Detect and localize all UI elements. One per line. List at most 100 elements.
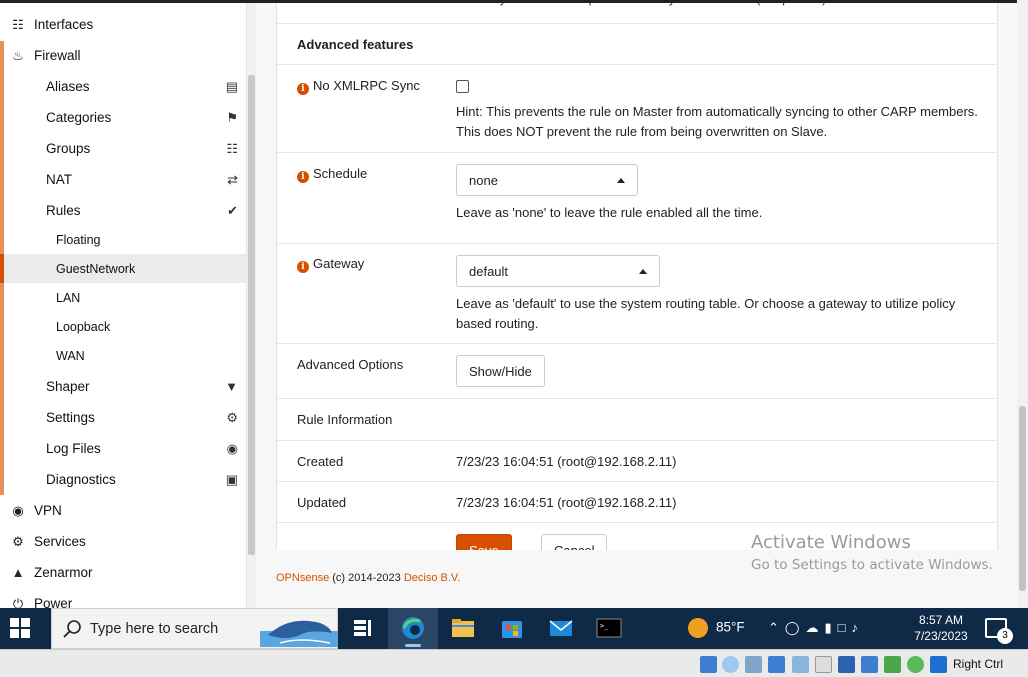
taskbar-search-box[interactable]: Type here to search xyxy=(51,608,338,649)
caret-up-icon xyxy=(617,178,625,183)
sidebar-item-settings[interactable]: Settings ⚙ xyxy=(0,402,246,433)
no-xmlrpc-hint-2: This does NOT prevent the rule from bein… xyxy=(456,124,828,139)
notifications-icon[interactable]: 3 xyxy=(985,618,1013,644)
search-placeholder: Type here to search xyxy=(90,621,219,637)
sidebar-item-wan[interactable]: WAN xyxy=(0,341,246,370)
sitemap-icon: ☷ xyxy=(12,16,24,32)
sidebar-item-power[interactable]: ⏻ Power xyxy=(0,588,246,609)
mouse-integration-icon[interactable] xyxy=(907,656,924,673)
shared-folders-icon[interactable] xyxy=(815,656,832,673)
no-xmlrpc-row: i No XMLRPC Sync Hint: This prevents the … xyxy=(277,65,997,153)
sidebar-scrollbar-thumb[interactable] xyxy=(248,75,255,555)
taskbar-clock[interactable]: 8:57 AM 7/23/2023 xyxy=(905,612,977,644)
sidebar-item-diagnostics[interactable]: Diagnostics ▣ xyxy=(0,464,246,495)
notification-count-badge: 3 xyxy=(997,628,1013,644)
screen: ☷ Interfaces ♨ Firewall Aliases ▤ Catego… xyxy=(0,0,1028,677)
filter-icon: ▼ xyxy=(225,379,238,394)
sidebar-item-lan[interactable]: LAN xyxy=(0,283,246,312)
sidebar-item-nat[interactable]: NAT ⇄ xyxy=(0,164,246,195)
file-explorer-icon[interactable] xyxy=(450,616,476,640)
svg-text:>_: >_ xyxy=(600,622,609,630)
virtualbox-status-bar: Right Ctrl xyxy=(0,649,1028,677)
sidebar-item-rules[interactable]: Rules ✔ xyxy=(0,195,246,226)
power-icon: ⏻ xyxy=(12,595,24,609)
gateway-select[interactable]: default xyxy=(456,255,660,287)
meet-now-icon[interactable]: ◯ xyxy=(785,620,806,635)
footer-copyright: (c) 2014-2023 xyxy=(329,572,404,584)
watermark-subtitle: Go to Settings to activate Windows. xyxy=(751,557,993,573)
sun-weather-icon xyxy=(688,618,708,638)
weather-widget[interactable]: 85°F xyxy=(688,618,745,638)
info-icon[interactable]: i xyxy=(297,83,309,95)
gateway-label[interactable]: i Gateway xyxy=(297,256,364,273)
sidebar-item-firewall[interactable]: ♨ Firewall xyxy=(0,40,246,71)
created-row: Created 7/23/23 16:04:51 (root@192.168.2… xyxy=(277,441,997,482)
onedrive-cloud-icon[interactable]: ☁ xyxy=(805,620,824,635)
created-label: Created xyxy=(297,454,344,469)
show-hide-button[interactable]: Show/Hide xyxy=(456,355,545,387)
sidebar-item-aliases[interactable]: Aliases ▤ xyxy=(0,71,246,102)
sidebar-item-groups[interactable]: Groups ☷ xyxy=(0,133,246,164)
network-adapter-icon[interactable] xyxy=(768,656,785,673)
vt-x-icon[interactable] xyxy=(884,656,901,673)
sidebar-item-floating[interactable]: Floating xyxy=(0,225,246,254)
dolphin-search-highlight-icon xyxy=(260,620,338,647)
cog-icon: ⚙ xyxy=(12,533,24,549)
eye-icon: ◉ xyxy=(226,440,238,456)
sidebar-item-loopback[interactable]: Loopback xyxy=(0,312,246,341)
tags-icon: ⚑ xyxy=(226,109,238,125)
cancel-button[interactable]: Cancel xyxy=(541,534,608,550)
usb-icon[interactable] xyxy=(792,656,809,673)
video-capture-icon[interactable] xyxy=(861,656,878,673)
mail-icon[interactable] xyxy=(548,616,574,640)
sidebar-item-vpn[interactable]: ◉ VPN xyxy=(0,495,246,526)
info-icon[interactable]: i xyxy=(297,261,309,273)
edge-browser-icon[interactable] xyxy=(400,616,426,640)
footer: OPNsense (c) 2014-2023 Deciso B.V. xyxy=(276,572,460,584)
audio-icon[interactable] xyxy=(745,656,762,673)
main-scrollbar-thumb[interactable] xyxy=(1019,406,1026,591)
sidebar-item-services[interactable]: ⚙ Services xyxy=(0,526,246,557)
exchange-icon: ⇄ xyxy=(227,171,238,187)
gateway-row: i Gateway default Leave as 'default' to u… xyxy=(277,244,997,344)
footer-company-link[interactable]: Deciso B.V. xyxy=(404,572,460,584)
volume-icon[interactable]: ♪ xyxy=(851,620,864,635)
schedule-select[interactable]: none xyxy=(456,164,638,196)
task-view-icon[interactable] xyxy=(350,616,376,640)
gateway-hint: Leave as 'default' to use the system rou… xyxy=(456,296,956,311)
sidebar-item-zenarmor[interactable]: ▲ Zenarmor xyxy=(0,557,246,588)
windows-start-icon[interactable] xyxy=(8,616,32,640)
battery-icon[interactable]: ▮ xyxy=(824,620,837,635)
sidebar-item-shaper[interactable]: Shaper ▼ xyxy=(0,371,246,402)
host-key-label: Right Ctrl xyxy=(953,657,1004,671)
microsoft-store-icon[interactable] xyxy=(499,616,525,640)
main-content: You may enter a description here for you… xyxy=(256,0,1028,608)
show-hidden-icons-icon[interactable]: ⌃ xyxy=(768,620,785,635)
sidebar-item-log-files[interactable]: Log Files ◉ xyxy=(0,433,246,464)
info-icon[interactable]: i xyxy=(297,171,309,183)
advanced-features-row: Advanced features xyxy=(277,24,997,65)
system-tray-icons[interactable]: ⌃◯☁▮□♪ xyxy=(768,620,864,636)
hard-disk-icon[interactable] xyxy=(700,656,717,673)
network-icon[interactable]: □ xyxy=(838,620,852,635)
schedule-hint: Leave as 'none' to leave the rule enable… xyxy=(456,205,763,220)
terminal-icon[interactable]: >_ xyxy=(596,616,622,640)
advanced-features-heading: Advanced features xyxy=(297,37,414,52)
footer-brand-link[interactable]: OPNsense xyxy=(276,572,329,584)
sidebar-scrollbar[interactable] xyxy=(247,0,256,608)
sidebar-item-guestnetwork[interactable]: GuestNetwork xyxy=(0,254,246,283)
updated-label: Updated xyxy=(297,495,347,510)
no-xmlrpc-checkbox[interactable] xyxy=(456,80,469,93)
main-scrollbar[interactable] xyxy=(1017,0,1028,608)
save-button[interactable]: Save xyxy=(456,534,512,550)
globe-icon: ◉ xyxy=(12,502,24,518)
display-icon[interactable] xyxy=(838,656,855,673)
sidebar-item-interfaces[interactable]: ☷ Interfaces xyxy=(0,9,246,40)
schedule-label[interactable]: i Schedule xyxy=(297,166,367,183)
sidebar-item-categories[interactable]: Categories ⚑ xyxy=(0,102,246,133)
clock-date: 7/23/2023 xyxy=(914,629,968,643)
taskbar: Type here to search >_ 85°F ⌃◯☁▮□♪ 8:57 … xyxy=(0,608,1028,649)
optical-drive-icon[interactable] xyxy=(722,656,739,673)
keyboard-capture-icon[interactable] xyxy=(930,656,947,673)
no-xmlrpc-label[interactable]: i No XMLRPC Sync xyxy=(297,78,420,95)
